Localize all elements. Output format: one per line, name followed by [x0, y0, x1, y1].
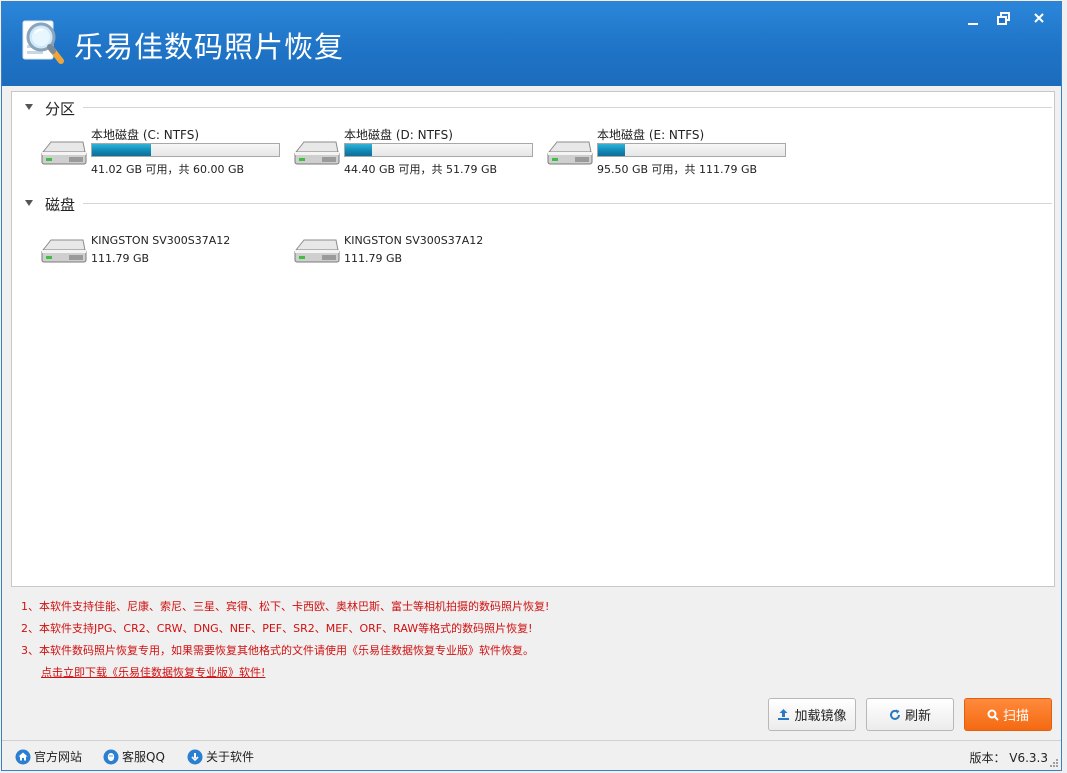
disk-item-1[interactable]: KINGSTON SV300S37A12 111.79 GB	[39, 222, 289, 270]
collapse-triangle-icon[interactable]	[25, 104, 33, 110]
info-icon	[187, 749, 203, 764]
partition-section-title: 分区	[45, 100, 76, 118]
hard-drive-icon	[547, 141, 593, 165]
device-list-panel: 分区 本地磁盘 (C: NTFS) 41.02 GB 可用，共 60.00 GB	[11, 91, 1055, 587]
disk-size: 111.79 GB	[91, 252, 150, 265]
refresh-label: 刷新	[904, 709, 931, 724]
download-pro-link[interactable]: 点击立即下载《乐易佳数据恢复专业版》软件!	[41, 664, 265, 680]
load-image-label: 加载镜像	[794, 709, 847, 724]
disk-section-header[interactable]: 磁盘	[12, 194, 1052, 214]
home-icon	[15, 749, 31, 764]
partition-item-e[interactable]: 本地磁盘 (E: NTFS) 95.50 GB 可用，共 111.79 GB	[545, 124, 795, 176]
partition-usage-bar	[91, 143, 280, 157]
disk-name: KINGSTON SV300S37A12	[91, 234, 231, 247]
partition-section-header[interactable]: 分区	[12, 98, 1052, 118]
restore-button[interactable]	[989, 6, 1019, 32]
disk-section-title: 磁盘	[45, 196, 76, 214]
section-divider	[83, 107, 1052, 108]
partition-item-d[interactable]: 本地磁盘 (D: NTFS) 44.40 GB 可用，共 51.79 GB	[292, 124, 542, 176]
note-1: 1、本软件支持佳能、尼康、索尼、三星、宾得、松下、卡西欧、奥林巴斯、富士等相机拍…	[21, 600, 550, 613]
collapse-triangle-icon[interactable]	[25, 200, 33, 206]
partition-space-info: 44.40 GB 可用，共 51.79 GB	[344, 163, 498, 176]
about-software-label: 关于软件	[206, 750, 255, 764]
hard-drive-icon	[41, 239, 87, 263]
partition-space-info: 41.02 GB 可用，共 60.00 GB	[91, 163, 245, 176]
app-title: 乐易佳数码照片恢复	[74, 30, 345, 64]
disk-name: KINGSTON SV300S37A12	[344, 234, 484, 247]
load-image-button[interactable]: 加载镜像	[768, 698, 856, 731]
partition-space-info: 95.50 GB 可用，共 111.79 GB	[597, 163, 758, 176]
hard-drive-icon	[294, 141, 340, 165]
partition-usage-fill	[345, 144, 372, 156]
version-label: 版本： V6.3.3	[969, 751, 1048, 765]
search-icon	[987, 709, 999, 721]
hard-drive-icon	[294, 239, 340, 263]
scan-label: 扫描	[1002, 709, 1029, 724]
disk-item-2[interactable]: KINGSTON SV300S37A12 111.79 GB	[292, 222, 542, 270]
upload-icon	[778, 709, 790, 720]
partition-usage-bar	[597, 143, 786, 157]
close-icon	[1034, 13, 1044, 23]
refresh-icon	[890, 709, 900, 720]
status-bar: 官方网站 客服QQ 关于软件 版本： V6.3.3	[2, 740, 1061, 770]
official-website-label: 官方网站	[34, 750, 83, 764]
scan-button[interactable]: 扫描	[964, 698, 1052, 731]
partition-name: 本地磁盘 (C: NTFS)	[91, 128, 200, 142]
app-window: 乐易佳数码照片恢复 分区 本地磁盘 (C: NTFS) 41.02 GB 可用，…	[1, 1, 1062, 771]
qq-icon	[103, 749, 119, 764]
close-button[interactable]	[1024, 6, 1054, 32]
resize-grip-icon[interactable]	[1049, 758, 1059, 768]
minimize-button[interactable]	[958, 6, 988, 32]
customer-qq-link[interactable]: 客服QQ	[103, 748, 165, 765]
official-website-link[interactable]: 官方网站	[15, 748, 82, 765]
partition-name: 本地磁盘 (E: NTFS)	[597, 128, 705, 142]
title-bar[interactable]: 乐易佳数码照片恢复	[2, 2, 1061, 86]
hard-drive-icon	[41, 141, 87, 165]
minimize-icon	[968, 23, 978, 25]
partition-name: 本地磁盘 (D: NTFS)	[344, 128, 453, 142]
section-divider	[83, 203, 1052, 204]
refresh-button[interactable]: 刷新	[866, 698, 954, 731]
partition-usage-bar	[344, 143, 533, 157]
disk-size: 111.79 GB	[344, 252, 403, 265]
note-2: 2、本软件支持JPG、CR2、CRW、DNG、NEF、PEF、SR2、MEF、O…	[21, 622, 533, 635]
customer-qq-label: 客服QQ	[122, 750, 165, 764]
partition-item-c[interactable]: 本地磁盘 (C: NTFS) 41.02 GB 可用，共 60.00 GB	[39, 124, 289, 176]
magnifier-photo-logo	[22, 20, 64, 64]
restore-icon	[997, 12, 1010, 25]
about-software-link[interactable]: 关于软件	[187, 748, 254, 765]
partition-usage-fill	[598, 144, 626, 156]
note-3: 3、本软件数码照片恢复专用，如果需要恢复其他格式的文件请使用《乐易佳数据恢复专业…	[21, 644, 534, 657]
partition-usage-fill	[92, 144, 152, 156]
